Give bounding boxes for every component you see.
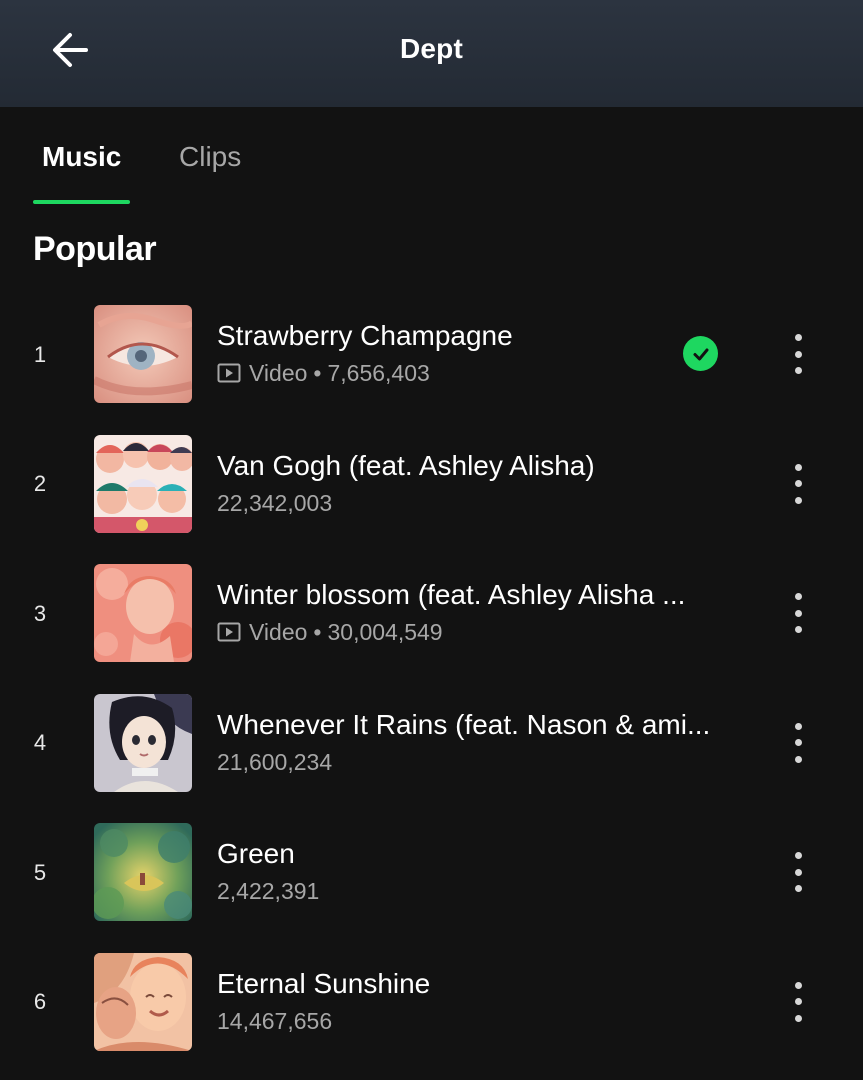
- dot-icon: [794, 981, 802, 989]
- track-rank: 6: [33, 989, 47, 1015]
- track-artwork: [94, 823, 192, 921]
- video-label: Video: [249, 360, 308, 386]
- track-row[interactable]: 1 Strawberry Champagne Video • 7,656,403: [0, 290, 863, 420]
- track-artwork: [94, 952, 192, 1051]
- dot-icon: [794, 480, 802, 487]
- more-options-button[interactable]: [778, 591, 818, 635]
- track-subtitle: 2,422,391: [217, 876, 737, 906]
- track-rank: 3: [33, 600, 47, 626]
- track-artwork: [94, 434, 192, 533]
- track-info: Winter blossom (feat. Ashley Alisha ... …: [217, 577, 737, 647]
- track-row[interactable]: 2 Van Gogh (feat. Ashley Alisha) 22,342,…: [0, 420, 863, 550]
- dot-icon: [794, 755, 802, 763]
- track-subtitle: 22,342,003: [217, 488, 737, 518]
- dot-icon: [794, 626, 802, 633]
- track-row[interactable]: 4 Whenever It Rains (feat. Nason & ami..…: [0, 679, 863, 809]
- dot-icon: [794, 998, 802, 1005]
- more-options-button[interactable]: [778, 850, 818, 894]
- dot-icon: [794, 852, 802, 859]
- track-row[interactable]: 3 Winter blossom (feat. Ashley Alisha ..…: [0, 549, 863, 679]
- track-subtitle: 14,467,656: [217, 1006, 737, 1036]
- track-artwork: [94, 693, 192, 792]
- dot-icon: [794, 739, 802, 746]
- more-options-button[interactable]: [778, 721, 818, 765]
- dot-icon: [794, 350, 802, 358]
- dot-icon: [794, 463, 802, 471]
- dot-icon: [794, 722, 802, 730]
- more-options-button[interactable]: [778, 462, 818, 506]
- dot-icon: [794, 334, 802, 341]
- track-subtitle: 21,600,234: [217, 747, 737, 777]
- play-count: 30,004,549: [327, 619, 443, 645]
- track-title: Strawberry Champagne: [217, 320, 513, 351]
- downloaded-check-icon: [683, 336, 718, 371]
- track-title: Winter blossom (feat. Ashley Alisha ...: [217, 579, 686, 610]
- track-rank: 1: [33, 341, 47, 367]
- track-rank: 2: [33, 471, 47, 497]
- play-count: 7,656,403: [327, 360, 430, 386]
- track-title: Green: [217, 838, 295, 869]
- track-rank: 4: [33, 730, 47, 756]
- track-info: Van Gogh (feat. Ashley Alisha) 22,342,00…: [217, 448, 737, 518]
- track-artwork: [94, 305, 192, 403]
- track-subtitle: Video • 7,656,403: [217, 358, 737, 388]
- dot-icon: [794, 496, 802, 504]
- section-title: Popular: [33, 230, 157, 268]
- play-count: 22,342,003: [217, 489, 333, 516]
- track-title: Eternal Sunshine: [217, 967, 431, 999]
- track-row[interactable]: 6 Eternal Sunshine 14,467,656: [0, 938, 863, 1068]
- track-rank: 5: [33, 859, 47, 885]
- track-info: Green 2,422,391: [217, 836, 737, 906]
- track-info: Strawberry Champagne Video • 7,656,403: [217, 318, 737, 388]
- video-label: Video: [249, 619, 308, 645]
- dot-icon: [794, 885, 802, 892]
- play-count: 21,600,234: [217, 748, 333, 775]
- track-info: Whenever It Rains (feat. Nason & ami... …: [217, 707, 737, 777]
- tab-bar: Music Clips: [0, 107, 863, 207]
- dot-icon: [794, 609, 802, 617]
- dot-icon: [794, 367, 802, 374]
- dot-icon: [794, 1014, 802, 1022]
- track-row[interactable]: 5 Green 2,422,391: [0, 808, 863, 938]
- tab-clips[interactable]: Clips: [179, 141, 241, 173]
- tab-music[interactable]: Music: [42, 141, 121, 173]
- more-options-button[interactable]: [778, 980, 818, 1024]
- play-count: 2,422,391: [217, 878, 320, 904]
- play-count: 14,467,656: [217, 1007, 333, 1034]
- page-title: Dept: [399, 33, 464, 64]
- dot-icon: [794, 868, 802, 876]
- track-title: Van Gogh (feat. Ashley Alisha): [217, 449, 595, 481]
- active-tab-indicator: [33, 200, 130, 204]
- top-bar: Dept: [0, 0, 863, 107]
- more-options-button[interactable]: [778, 332, 818, 376]
- video-icon: [217, 363, 241, 383]
- track-subtitle: Video • 30,004,549: [217, 617, 737, 647]
- dot-icon: [794, 593, 802, 600]
- track-list: 1 Strawberry Champagne Video • 7,656,403…: [0, 290, 863, 1067]
- track-info: Eternal Sunshine 14,467,656: [217, 966, 737, 1036]
- track-artwork: [94, 564, 192, 662]
- video-icon: [217, 622, 241, 642]
- track-title: Whenever It Rains (feat. Nason & ami...: [217, 708, 711, 740]
